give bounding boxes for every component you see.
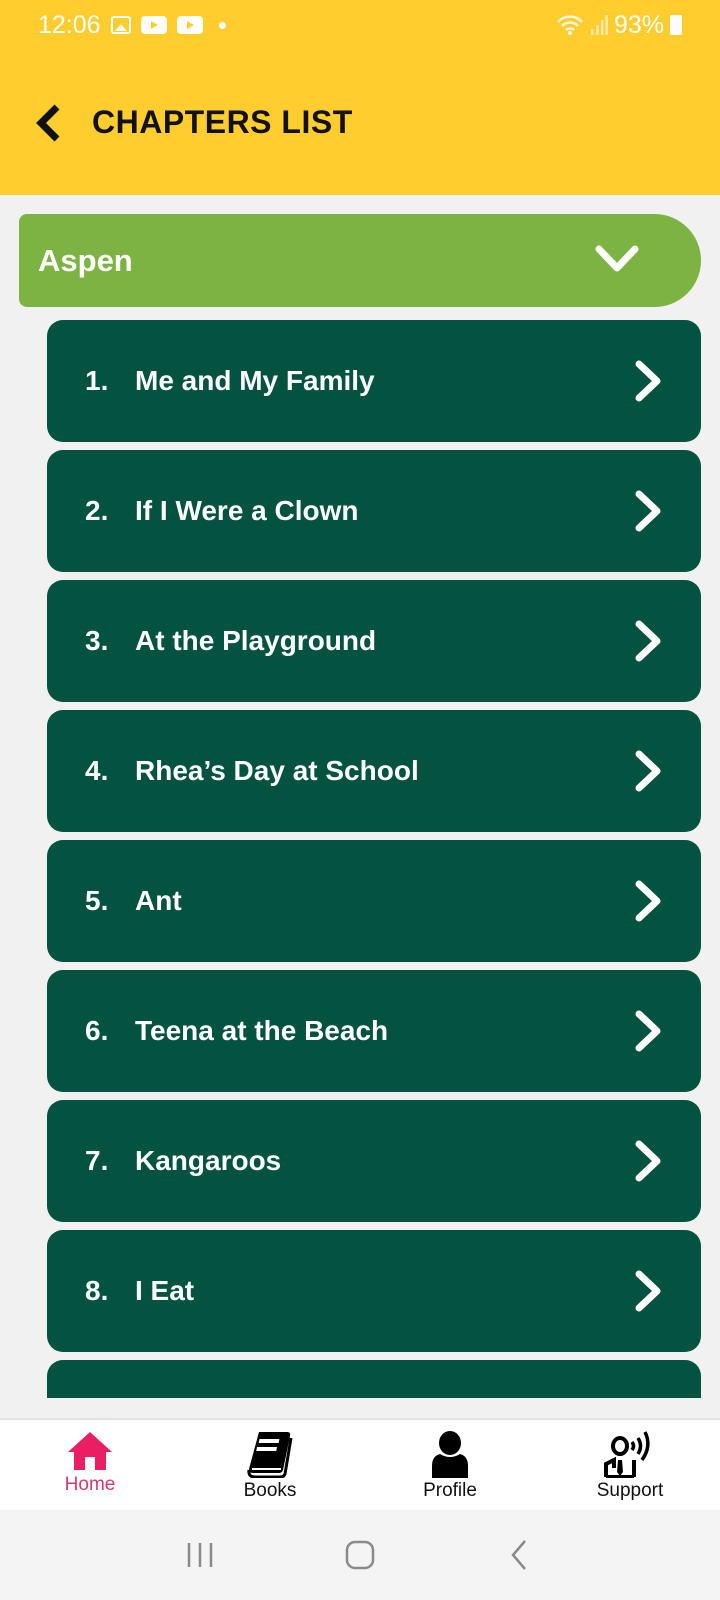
chevron-down-icon: [595, 245, 639, 272]
recents-icon: [187, 1543, 213, 1567]
chapters-list-container[interactable]: Aspen 1. Me and My Family 2. If I Were a Cl…: [0, 195, 720, 1398]
chapter-title: At the Playground: [135, 625, 377, 656]
nav-profile-label: Profile: [423, 1480, 477, 1501]
gallery-icon: [110, 16, 131, 34]
chapter-item[interactable]: 8. I Eat: [47, 1230, 701, 1352]
chapter-number: 2.: [85, 495, 109, 526]
chapter-item[interactable]: 1. Me and My Family: [47, 320, 701, 442]
nav-home-label: Home: [64, 1474, 116, 1495]
home-icon: [68, 1432, 112, 1470]
chevron-right-icon: [635, 1010, 661, 1052]
chevron-right-icon: [635, 620, 661, 662]
home-system-button[interactable]: [330, 1530, 390, 1580]
youtube-icon: [140, 16, 167, 34]
nav-support[interactable]: Support: [540, 1420, 720, 1510]
battery-icon: [670, 15, 682, 35]
chapter-number: 3.: [85, 625, 109, 656]
chevron-right-icon: [635, 360, 661, 402]
chapter-title: Ant: [135, 885, 182, 916]
group-header-aspen[interactable]: Aspen: [19, 214, 701, 307]
chevron-right-icon: [635, 490, 661, 532]
chapter-title: If I Were a Clown: [135, 495, 359, 526]
battery-percent: 93%: [613, 10, 664, 39]
signal-icon: [590, 15, 608, 35]
chapter-item-partial[interactable]: [47, 1360, 701, 1398]
chevron-right-icon: [635, 1270, 661, 1312]
chevron-right-icon: [635, 880, 661, 922]
chapter-number: 6.: [85, 1015, 109, 1046]
dot-icon: [218, 21, 226, 29]
chevron-right-icon: [635, 1140, 661, 1182]
chapter-item[interactable]: 6. Teena at the Beach: [47, 970, 701, 1092]
chapter-title: Kangaroos: [135, 1145, 282, 1176]
app-bar: CHAPTERS LIST: [0, 50, 720, 195]
recents-button[interactable]: [170, 1530, 230, 1580]
chapter-title: Teena at the Beach: [135, 1015, 389, 1046]
chapter-title: Rhea’s Day at School: [135, 755, 419, 786]
chapter-item[interactable]: 3. At the Playground: [47, 580, 701, 702]
page-title: CHAPTERS LIST: [92, 104, 353, 140]
chapter-item[interactable]: 7. Kangaroos: [47, 1100, 701, 1222]
bottom-nav: Home Books Profile Support: [0, 1418, 720, 1510]
chapter-item[interactable]: 2. If I Were a Clown: [47, 450, 701, 572]
chevron-left-icon: [36, 104, 60, 141]
user-icon: [432, 1431, 468, 1478]
nav-books[interactable]: Books: [180, 1420, 360, 1510]
support-icon: [604, 1431, 650, 1478]
group-title: Aspen: [38, 242, 133, 278]
chapter-title: I Eat: [135, 1275, 195, 1306]
back-button[interactable]: [28, 98, 68, 148]
back-icon: [511, 1540, 526, 1570]
youtube-icon: [176, 16, 203, 34]
chapter-number: 5.: [85, 885, 109, 916]
nav-home[interactable]: Home: [0, 1420, 180, 1510]
chapter-number: 1.: [85, 365, 109, 396]
chapter-number: 4.: [85, 755, 109, 786]
nav-profile[interactable]: Profile: [360, 1420, 540, 1510]
status-bar: 12:06 93%: [0, 0, 720, 50]
chapter-item[interactable]: 5. Ant: [47, 840, 701, 962]
home-circle-icon: [345, 1540, 375, 1570]
status-time: 12:06: [38, 10, 101, 39]
chapter-title: Me and My Family: [135, 365, 375, 396]
book-icon: [247, 1432, 293, 1478]
nav-books-label: Books: [243, 1480, 297, 1501]
wifi-icon: [557, 15, 583, 35]
chapter-number: 8.: [85, 1275, 109, 1306]
chevron-right-icon: [635, 750, 661, 792]
system-nav-bar: [0, 1510, 720, 1600]
nav-support-label: Support: [596, 1480, 664, 1501]
chapter-number: 7.: [85, 1145, 109, 1176]
back-system-button[interactable]: [490, 1530, 550, 1580]
chapter-item[interactable]: 4. Rhea’s Day at School: [47, 710, 701, 832]
